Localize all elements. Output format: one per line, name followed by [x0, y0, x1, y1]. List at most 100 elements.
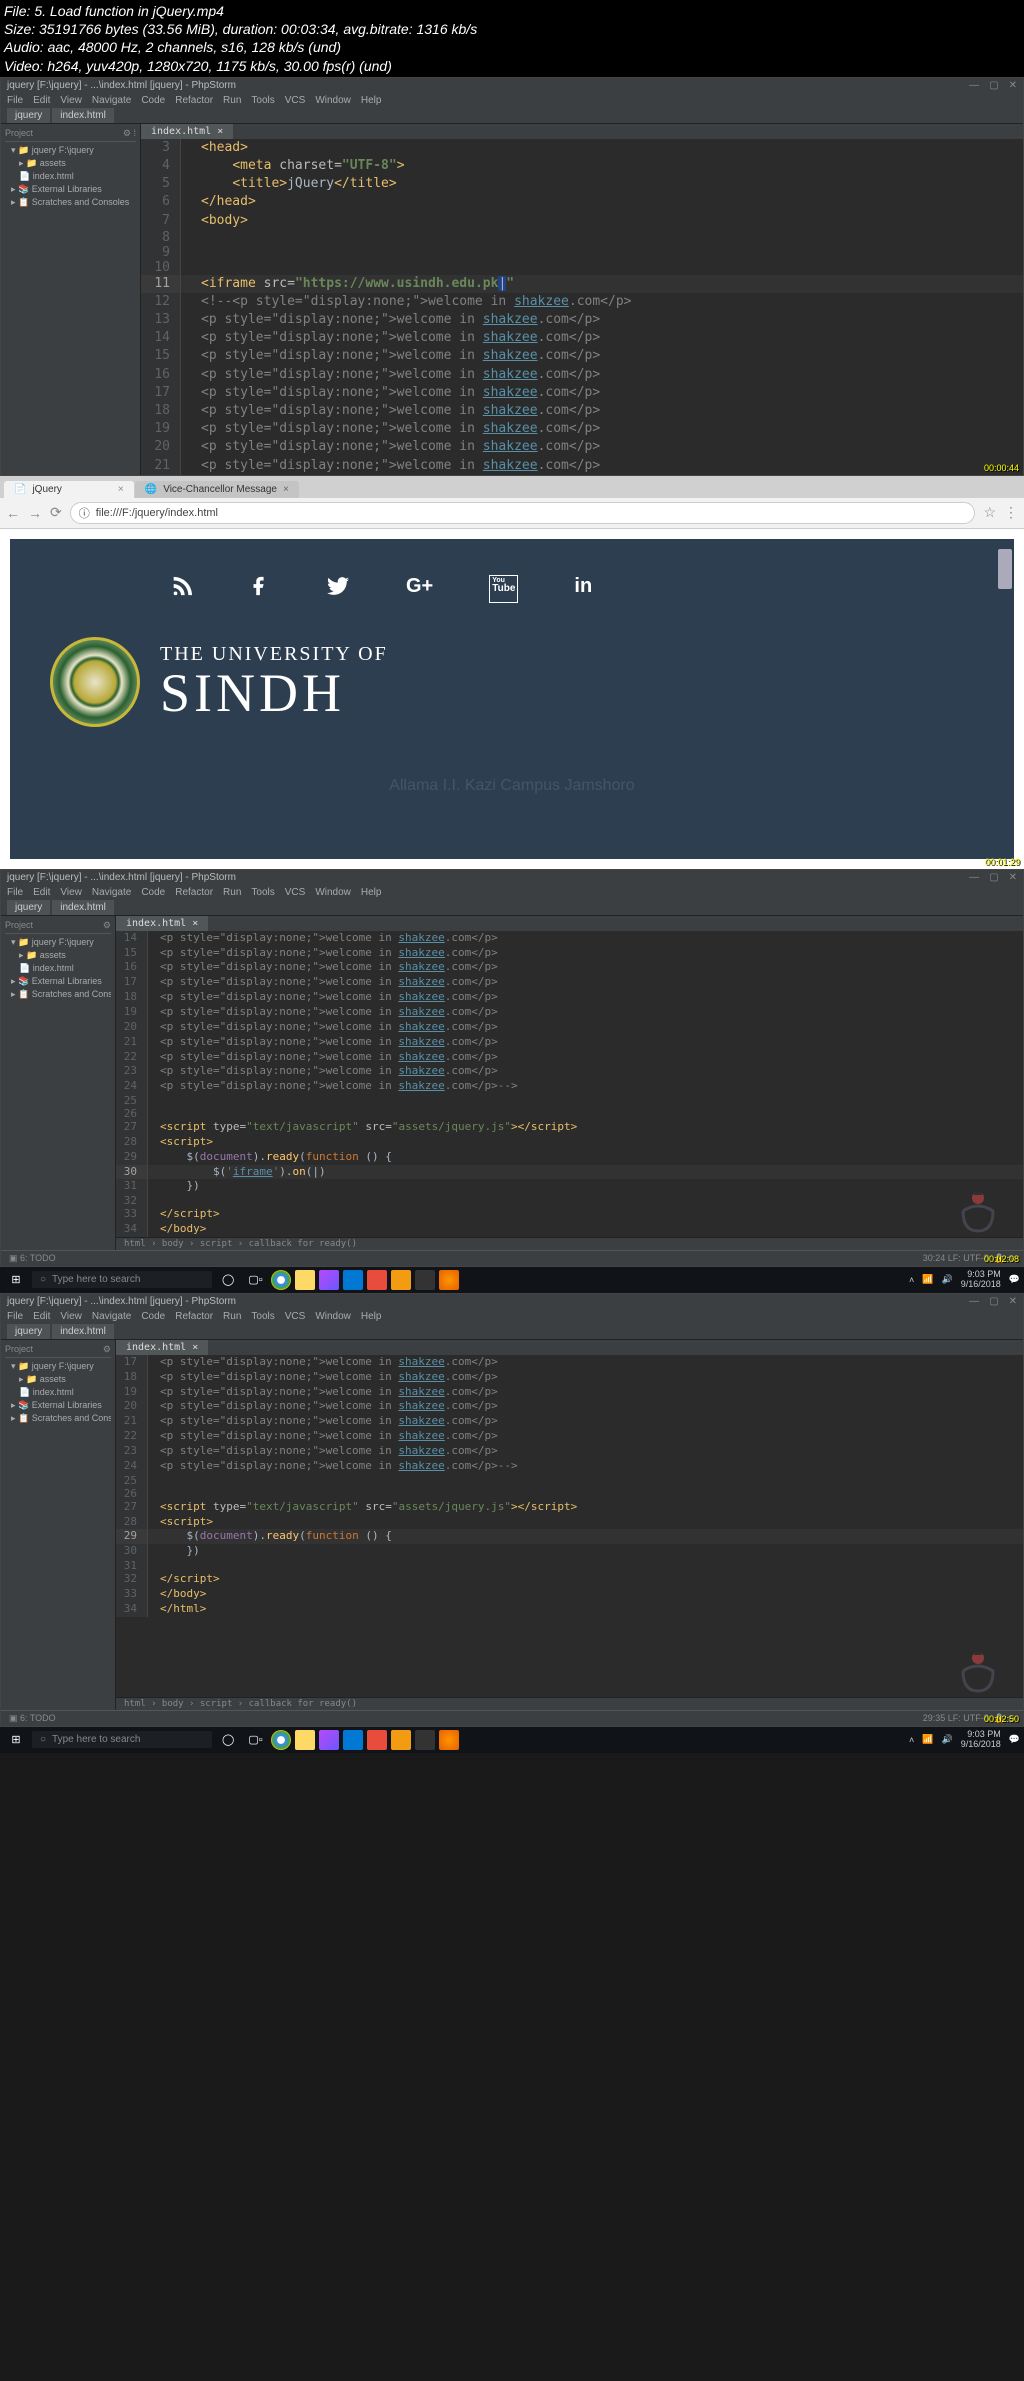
menu-help[interactable]: Help	[361, 887, 382, 898]
code-line[interactable]: 23<p style="display:none;">welcome in sh…	[116, 1064, 1023, 1079]
back-icon[interactable]: ←	[6, 505, 20, 521]
code-text[interactable]: <p style="display:none;">welcome in shak…	[181, 366, 1023, 384]
minimize-icon[interactable]: —	[969, 80, 979, 91]
code-line[interactable]: 15<p style="display:none;">welcome in sh…	[116, 946, 1023, 961]
phpstorm-icon[interactable]	[319, 1730, 339, 1750]
code-text[interactable]: <script>	[148, 1135, 1023, 1150]
rss-icon[interactable]	[170, 575, 192, 603]
code-line[interactable]: 18<p style="display:none;">welcome in sh…	[116, 990, 1023, 1005]
path-tab-project[interactable]: jquery	[7, 108, 50, 123]
code-line[interactable]: 26	[116, 1107, 1023, 1120]
menu-tools[interactable]: Tools	[251, 95, 274, 106]
code-text[interactable]: </script>	[148, 1572, 1023, 1587]
code-text[interactable]: <!--<p style="display:none;">welcome in …	[181, 293, 1023, 311]
code-text[interactable]: <p style="display:none;">welcome in shak…	[181, 384, 1023, 402]
app-icon[interactable]	[415, 1270, 435, 1290]
address-bar[interactable]: ⓘ file:///F:/jquery/index.html	[70, 502, 976, 524]
taskview-icon[interactable]: ▢▫	[244, 1273, 266, 1286]
app-icon[interactable]	[415, 1730, 435, 1750]
firefox-icon[interactable]	[439, 1730, 459, 1750]
twitter-icon[interactable]	[326, 575, 350, 603]
code-line[interactable]: 25	[116, 1094, 1023, 1107]
app-icon[interactable]	[367, 1270, 387, 1290]
code-line[interactable]: 5 <title>jQuery</title>	[141, 175, 1023, 193]
code-line[interactable]: 3<head>	[141, 139, 1023, 157]
menu-refactor[interactable]: Refactor	[175, 95, 213, 106]
code-line[interactable]: 31 })	[116, 1179, 1023, 1194]
phpstorm-icon[interactable]	[319, 1270, 339, 1290]
code-text[interactable]: <script type="text/javascript" src="asse…	[148, 1500, 1023, 1515]
youtube-icon[interactable]: YouTube	[489, 575, 518, 603]
menu-run[interactable]: Run	[223, 1311, 241, 1322]
code-line[interactable]: 33</body>	[116, 1587, 1023, 1602]
code-text[interactable]: <p style="display:none;">welcome in shak…	[148, 1429, 1023, 1444]
chrome-icon[interactable]	[271, 1730, 291, 1750]
tab-close-icon[interactable]: ×	[217, 126, 223, 137]
code-text[interactable]: <p style="display:none;">welcome in shak…	[148, 1020, 1023, 1035]
code-line[interactable]: 18<p style="display:none;">welcome in sh…	[116, 1370, 1023, 1385]
volume-icon[interactable]: 🔊	[942, 1734, 953, 1745]
code-area-1[interactable]: 3<head>4 <meta charset="UTF-8">5 <title>…	[141, 139, 1023, 475]
code-line[interactable]: 29 $(document).ready(function () {	[116, 1150, 1023, 1165]
app-icon[interactable]	[343, 1270, 363, 1290]
code-text[interactable]: <p style="display:none;">welcome in shak…	[181, 329, 1023, 347]
app-icon[interactable]	[391, 1730, 411, 1750]
code-text[interactable]	[181, 245, 1023, 260]
notifications-icon[interactable]: 💬	[1009, 1274, 1020, 1285]
code-text[interactable]: <p style="display:none;">welcome in shak…	[181, 438, 1023, 456]
cortana-icon[interactable]: ◯	[216, 1733, 240, 1746]
code-text[interactable]: <p style="display:none;">welcome in shak…	[148, 1035, 1023, 1050]
code-text[interactable]: <p style="display:none;">welcome in shak…	[148, 1079, 1023, 1094]
code-text[interactable]: $(document).ready(function () {	[148, 1529, 1023, 1544]
code-text[interactable]	[148, 1487, 1023, 1500]
code-line[interactable]: 8	[141, 230, 1023, 245]
code-text[interactable]: <body>	[181, 212, 1023, 230]
code-line[interactable]: 4 <meta charset="UTF-8">	[141, 157, 1023, 175]
code-line[interactable]: 6</head>	[141, 193, 1023, 211]
code-line[interactable]: 19<p style="display:none;">welcome in sh…	[116, 1005, 1023, 1020]
menu-vcs[interactable]: VCS	[285, 1311, 306, 1322]
menu-file[interactable]: File	[7, 1311, 23, 1322]
code-line[interactable]: 29 $(document).ready(function () {	[116, 1529, 1023, 1544]
wifi-icon[interactable]: 📶	[922, 1274, 933, 1285]
menu-refactor[interactable]: Refactor	[175, 887, 213, 898]
code-text[interactable]	[181, 230, 1023, 245]
code-line[interactable]: 28<script>	[116, 1515, 1023, 1530]
menu-code[interactable]: Code	[141, 887, 165, 898]
menu-help[interactable]: Help	[361, 1311, 382, 1322]
code-line[interactable]: 20<p style="display:none;">welcome in sh…	[141, 438, 1023, 456]
code-text[interactable]: })	[148, 1179, 1023, 1194]
sidebar-gear-icon[interactable]: ⚙ ⁞	[123, 128, 136, 139]
menu-window[interactable]: Window	[315, 887, 351, 898]
code-text[interactable]: <p style="display:none;">welcome in shak…	[148, 931, 1023, 946]
code-line[interactable]: 13<p style="display:none;">welcome in sh…	[141, 311, 1023, 329]
menu-help[interactable]: Help	[361, 95, 382, 106]
app-icon[interactable]	[343, 1730, 363, 1750]
code-line[interactable]: 17<p style="display:none;">welcome in sh…	[141, 384, 1023, 402]
maximize-icon[interactable]: ▢	[989, 80, 998, 91]
code-line[interactable]: 25	[116, 1474, 1023, 1487]
code-line[interactable]: 34</body>	[116, 1222, 1023, 1237]
code-line[interactable]: 34</html>	[116, 1602, 1023, 1617]
firefox-icon[interactable]	[439, 1270, 459, 1290]
explorer-icon[interactable]	[295, 1730, 315, 1750]
iframe-scrollbar[interactable]	[998, 549, 1012, 589]
menu-code[interactable]: Code	[141, 1311, 165, 1322]
explorer-icon[interactable]	[295, 1270, 315, 1290]
menu-navigate[interactable]: Navigate	[92, 887, 131, 898]
menu-code[interactable]: Code	[141, 95, 165, 106]
menu-navigate[interactable]: Navigate	[92, 1311, 131, 1322]
code-text[interactable]: <p style="display:none;">welcome in shak…	[148, 1444, 1023, 1459]
menu-vcs[interactable]: VCS	[285, 95, 306, 106]
code-line[interactable]: 16<p style="display:none;">welcome in sh…	[116, 960, 1023, 975]
tab-close-icon[interactable]: ×	[283, 484, 289, 495]
code-line[interactable]: 22<p style="display:none;">welcome in sh…	[116, 1429, 1023, 1444]
code-text[interactable]: <p style="display:none;">welcome in shak…	[181, 457, 1023, 475]
cortana-icon[interactable]: ◯	[216, 1273, 240, 1286]
code-text[interactable]: $('iframe').on(|)	[148, 1165, 1023, 1180]
code-line[interactable]: 18<p style="display:none;">welcome in sh…	[141, 402, 1023, 420]
tree-root[interactable]: ▾ 📁 jquery F:\jquery	[5, 144, 136, 157]
code-text[interactable]: })	[148, 1544, 1023, 1559]
project-tool-label[interactable]: Project	[5, 128, 33, 139]
tree-assets[interactable]: ▸ 📁 assets	[5, 157, 136, 170]
